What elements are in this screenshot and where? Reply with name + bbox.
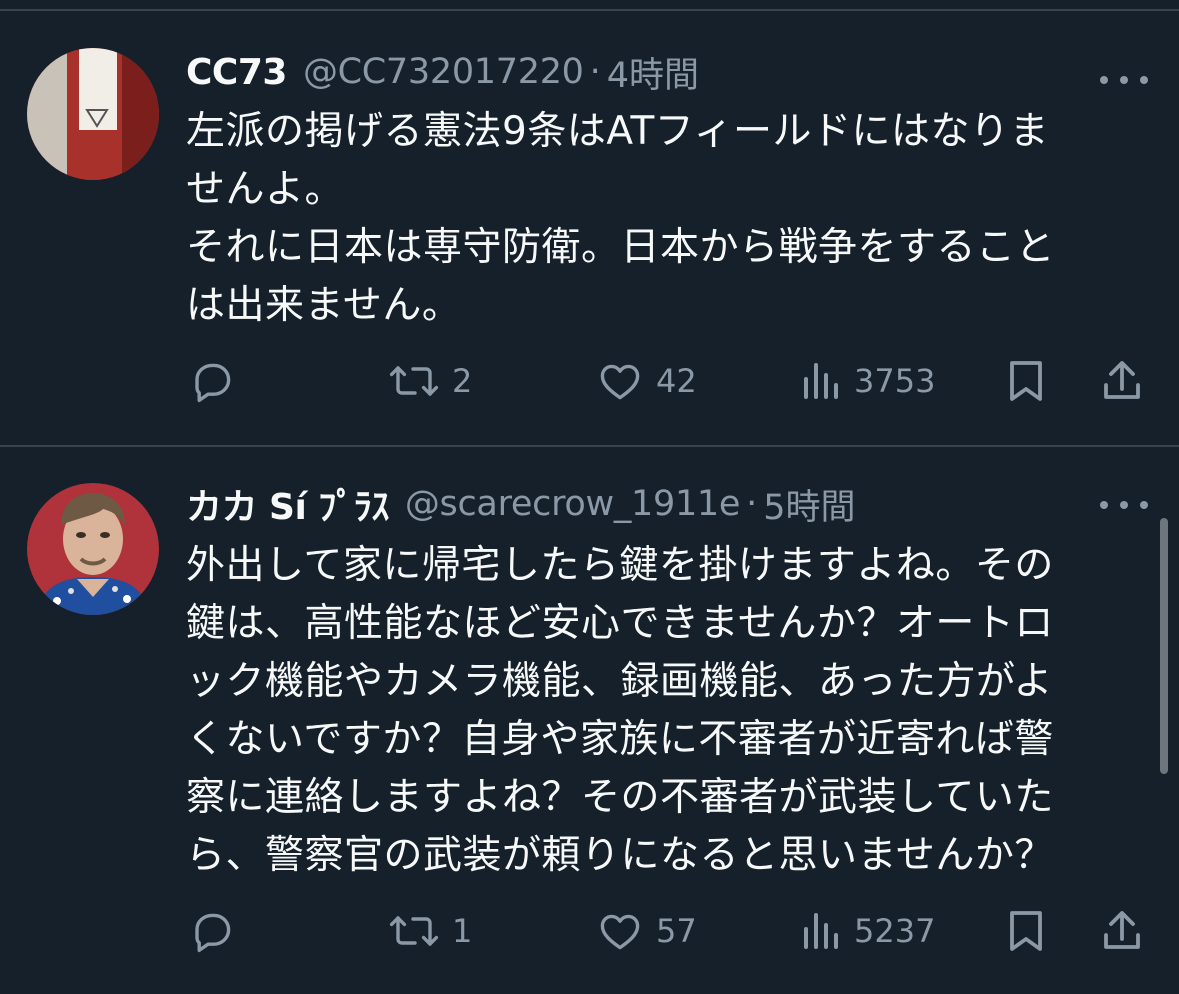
heart-icon [600, 914, 640, 950]
bookmark-button[interactable] [1006, 356, 1046, 406]
heart-icon [600, 364, 640, 400]
tweet-text-line: 外出して家に帰宅したら鍵を掛けますよね。その [186, 543, 1054, 588]
reply-button[interactable] [188, 356, 236, 406]
like-count: 57 [656, 912, 697, 950]
avatar[interactable] [27, 483, 159, 615]
bookmark-icon [1010, 911, 1042, 951]
timestamp[interactable]: 4時間 [607, 47, 699, 98]
avatar[interactable] [27, 48, 159, 180]
views-chart-icon [804, 363, 838, 399]
like-button[interactable]: 57 [596, 906, 697, 956]
like-count: 42 [656, 362, 697, 400]
tweet-header: CC73 @CC732017220 · 4時間 [186, 47, 699, 98]
author-name[interactable]: CC73 [186, 52, 287, 93]
tweet-text-line: 鍵は、高性能なほど安心できませんか？オートロ [186, 601, 1054, 646]
reply-button[interactable] [188, 906, 236, 956]
reply-icon [195, 363, 231, 403]
separator: · [746, 484, 758, 524]
tweet-header: カカ Sí ﾌﾟﾗｽ @scarecrow_1911e · 5時間 [186, 478, 856, 530]
share-button[interactable] [1100, 356, 1144, 406]
tweet-actions: 2 42 3753 [0, 356, 1179, 406]
tweet-text-line: それに日本は専守防衛。日本から戦争をすること [186, 225, 1056, 270]
retweet-count: 2 [452, 362, 473, 400]
retweet-button[interactable]: 1 [388, 906, 472, 956]
author-handle[interactable]: @scarecrow_1911e [405, 484, 741, 524]
more-options-icon[interactable] [1100, 65, 1148, 95]
retweet-icon [389, 366, 439, 396]
tweet-text-line: 察に連絡しますよね？その不審者が武装していた [186, 775, 1054, 820]
share-icon [1104, 361, 1140, 399]
timestamp[interactable]: 5時間 [763, 479, 855, 530]
views-chart-icon [804, 913, 838, 949]
retweet-count: 1 [452, 912, 473, 950]
views-button[interactable]: 5237 [802, 906, 935, 956]
bookmark-icon [1010, 361, 1042, 401]
author-handle[interactable]: @CC732017220 [303, 52, 584, 92]
scrollbar[interactable] [1160, 518, 1168, 774]
tweet-text: 外出して家に帰宅したら鍵を掛けますよね。その 鍵は、高性能なほど安心できませんか… [186, 537, 1116, 885]
tweet-text-line: ック機能やカメラ機能、録画機能、あった方がよ [186, 659, 1054, 704]
reply-icon [195, 913, 231, 953]
avatar-red-tag-icon [27, 48, 159, 180]
retweet-button[interactable]: 2 [388, 356, 472, 406]
tweet-text-line: くないですか？自身や家族に不審者が近寄れば警 [186, 717, 1054, 762]
tweet-text-line: は出来ません。 [186, 283, 462, 328]
separator: · [589, 52, 601, 92]
view-count: 3753 [854, 362, 936, 400]
tweet-text-line: ら、警察官の武装が頼りになると思いませんか？ [186, 833, 1054, 878]
tweet-text-line: 左派の掲げる憲法9条はATフィールドにはなりま [186, 109, 1050, 154]
retweet-icon [389, 916, 439, 946]
avatar-man-portrait-icon [27, 483, 159, 615]
tweet-actions: 1 57 5237 [0, 906, 1179, 956]
more-options-icon[interactable] [1100, 490, 1148, 520]
views-button[interactable]: 3753 [802, 356, 935, 406]
tweet-text-line: せんよ。 [186, 167, 345, 212]
like-button[interactable]: 42 [596, 356, 697, 406]
tweet-text: 左派の掲げる憲法9条はATフィールドにはなりま せんよ。 それに日本は専守防衛。… [186, 103, 1116, 335]
bookmark-button[interactable] [1006, 906, 1046, 956]
author-name[interactable]: カカ Sí ﾌﾟﾗｽ [186, 478, 389, 530]
share-icon [1104, 911, 1140, 949]
share-button[interactable] [1100, 906, 1144, 956]
view-count: 5237 [854, 912, 936, 950]
